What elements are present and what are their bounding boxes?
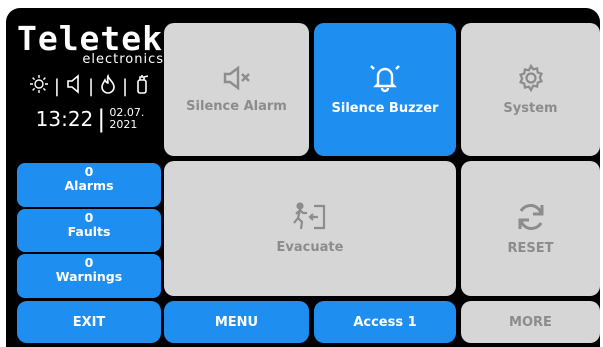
- divider: |: [53, 75, 60, 97]
- faults-count: 0: [84, 210, 94, 225]
- silence-alarm-button[interactable]: Silence Alarm: [164, 23, 309, 156]
- exit-button[interactable]: EXIT: [17, 301, 161, 343]
- alarms-status-button[interactable]: 0 Alarms: [17, 163, 161, 207]
- refresh-icon: [514, 201, 548, 233]
- warnings-label: Warnings: [55, 269, 123, 284]
- clock-time: 13:22: [35, 107, 94, 131]
- sun-icon: [29, 74, 49, 98]
- system-label: System: [503, 101, 558, 116]
- access-level-button[interactable]: Access 1: [314, 301, 456, 343]
- access-label: Access 1: [353, 314, 417, 330]
- reset-button[interactable]: RESET: [461, 161, 600, 296]
- faults-status-button[interactable]: 0 Faults: [17, 209, 161, 252]
- system-button[interactable]: System: [461, 23, 600, 156]
- alarms-label: Alarms: [64, 178, 114, 193]
- speaker-mute-icon: [222, 65, 252, 91]
- warnings-status-button[interactable]: 0 Warnings: [17, 254, 161, 298]
- control-panel-screen: Teletek electronics | | | 13:22 | 02.07.…: [6, 8, 600, 347]
- silence-buzzer-button[interactable]: Silence Buzzer: [314, 23, 456, 156]
- more-label: MORE: [509, 314, 552, 330]
- alarms-count: 0: [84, 164, 94, 179]
- indicator-row: | | |: [16, 73, 164, 98]
- bell-icon: [369, 63, 401, 93]
- reset-label: RESET: [507, 241, 554, 256]
- fire-icon: [99, 73, 117, 98]
- silence-buzzer-label: Silence Buzzer: [331, 101, 439, 116]
- divider: |: [122, 75, 129, 97]
- divider: |: [97, 105, 106, 133]
- evacuate-label: Evacuate: [276, 240, 344, 255]
- brand-area: Teletek electronics | | | 13:22 | 02.07.…: [16, 19, 164, 133]
- brand-logo: Teletek: [16, 19, 164, 58]
- clock-date: 02.07. 2021: [109, 107, 144, 131]
- gear-icon: [516, 63, 546, 93]
- speaker-icon: [65, 74, 83, 98]
- silence-alarm-label: Silence Alarm: [186, 99, 287, 114]
- divider: |: [87, 75, 95, 97]
- warnings-count: 0: [84, 255, 94, 270]
- exit-label: EXIT: [72, 314, 106, 330]
- evacuate-exit-icon: [292, 202, 328, 232]
- menu-label: MENU: [214, 314, 259, 330]
- evacuate-button[interactable]: Evacuate: [164, 161, 456, 296]
- clock-row: 13:22 | 02.07. 2021: [16, 105, 164, 133]
- menu-button[interactable]: MENU: [164, 301, 309, 343]
- extinguisher-icon: [133, 74, 151, 98]
- more-button[interactable]: MORE: [461, 301, 600, 343]
- faults-label: Faults: [67, 224, 111, 239]
- date-year: 2021: [109, 118, 138, 131]
